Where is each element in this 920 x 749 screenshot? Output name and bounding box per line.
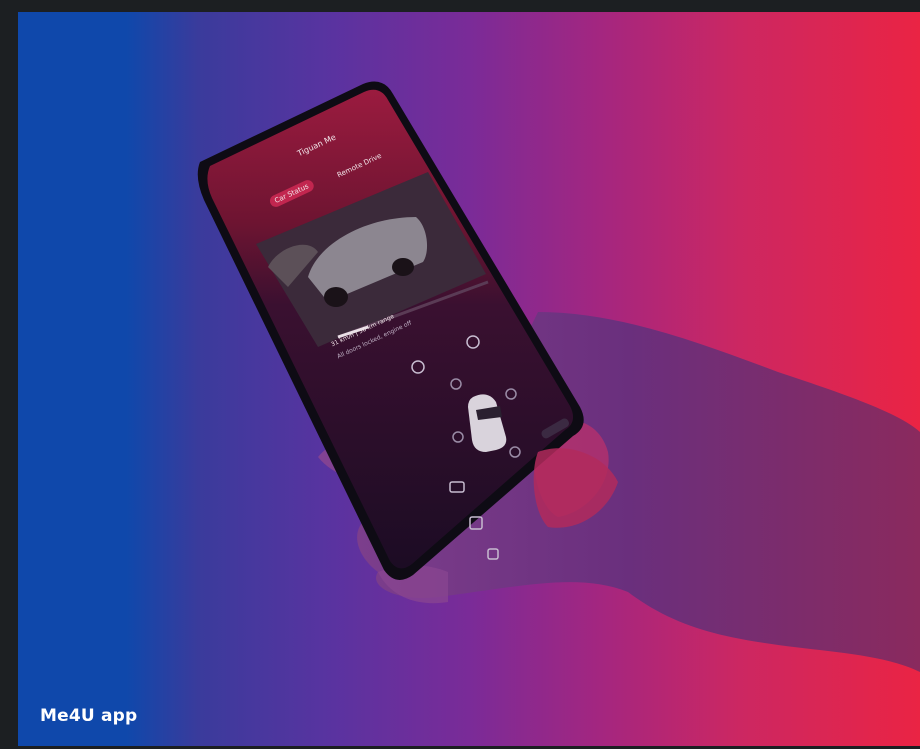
- caption-label: Me4U app: [40, 706, 138, 726]
- hand-holding-phone-illustration: [197, 81, 920, 672]
- banner-frame: Tiguan Me Car Status Remote Drive 31 km/…: [0, 0, 920, 749]
- hero-image: Tiguan Me Car Status Remote Drive 31 km/…: [18, 12, 920, 746]
